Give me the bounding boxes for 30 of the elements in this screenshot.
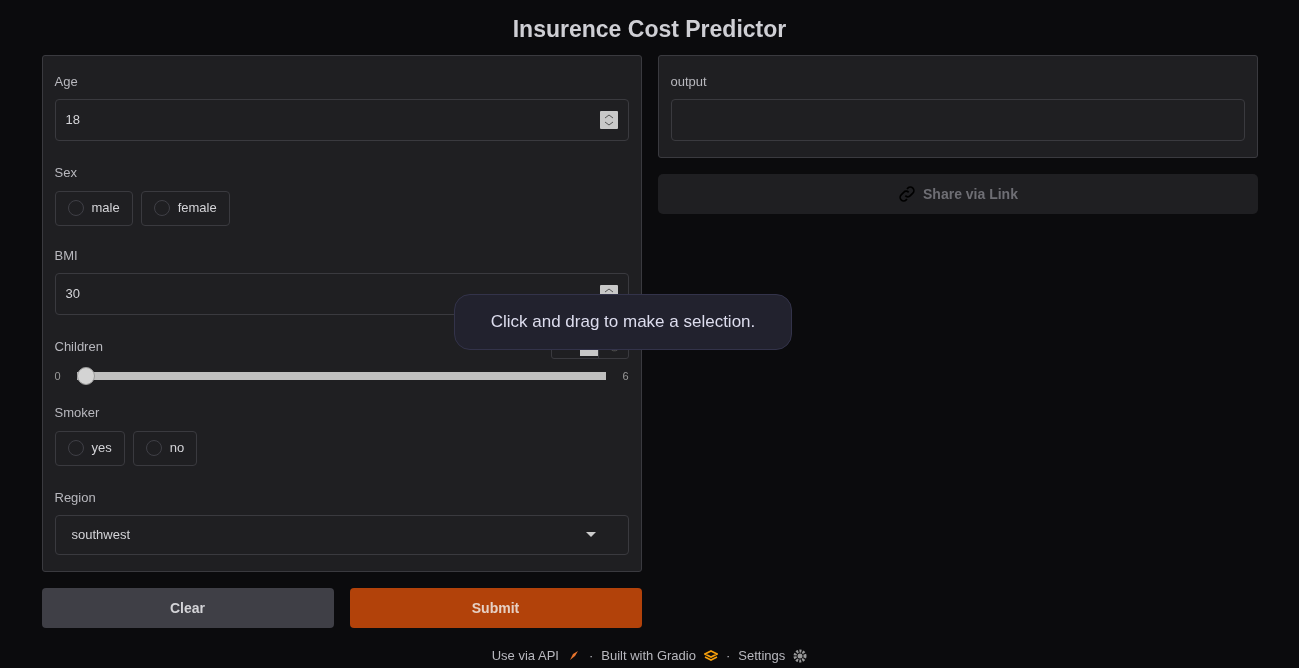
- settings-icon: [793, 648, 808, 663]
- footer-link[interactable]: Built with Gradio: [601, 646, 718, 666]
- separator: ·: [588, 647, 594, 665]
- age-input[interactable]: 18: [54, 99, 629, 141]
- slider-thumb[interactable]: [76, 367, 95, 385]
- field-label: Region: [54, 488, 96, 507]
- tooltip: Click and drag to make a selection.: [454, 294, 792, 350]
- spinner-icon[interactable]: [599, 111, 618, 129]
- footer-link[interactable]: Settings: [738, 646, 808, 666]
- submit-button[interactable]: Submit: [349, 588, 642, 628]
- layers-icon: [703, 648, 718, 663]
- field-label: Sex: [54, 164, 77, 182]
- footer-link[interactable]: Use via API: [491, 646, 581, 666]
- field-label: Children: [54, 338, 103, 357]
- caret-icon: [585, 532, 596, 538]
- field-label: output: [670, 72, 707, 91]
- separator: ·: [725, 647, 731, 665]
- radio-option[interactable]: yes: [54, 430, 125, 466]
- region-dropdown[interactable]: southwest: [54, 515, 629, 555]
- link-icon: [897, 184, 918, 204]
- max-label: 6: [622, 368, 629, 384]
- radio-option[interactable]: male: [54, 190, 133, 226]
- field-label: Age: [54, 72, 78, 91]
- page-title: Insurence Cost Predictor: [511, 15, 788, 44]
- field-label: BMI: [54, 246, 78, 265]
- min-label: 0: [54, 368, 61, 384]
- radio-option[interactable]: no: [132, 430, 198, 466]
- clear-button[interactable]: Clear: [41, 588, 334, 628]
- field-label: Smoker: [54, 404, 100, 422]
- radio-option[interactable]: female: [140, 190, 230, 226]
